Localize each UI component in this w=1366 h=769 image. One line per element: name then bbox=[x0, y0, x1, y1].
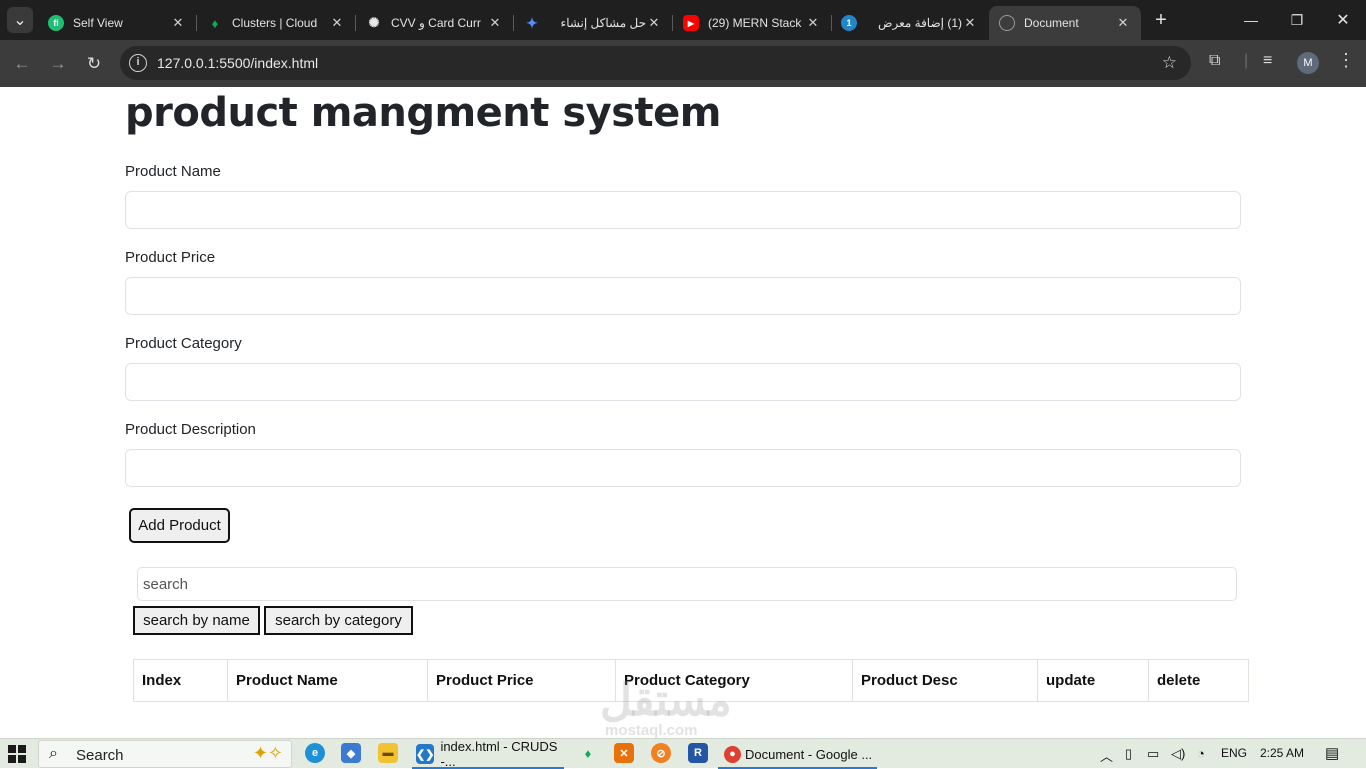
column-header-product-desc: Product Desc bbox=[852, 659, 1038, 702]
tab-title: Document bbox=[1024, 16, 1079, 30]
battery-icon[interactable]: ▭ bbox=[1147, 746, 1159, 762]
volume-icon[interactable]: ◁) bbox=[1171, 746, 1185, 762]
mostaql-icon: 1 bbox=[841, 15, 857, 31]
product-price-input[interactable] bbox=[125, 277, 1241, 315]
windows-start-icon[interactable] bbox=[8, 745, 26, 763]
product-category-input[interactable] bbox=[125, 363, 1241, 401]
tab-title: (1) إضافة معرض bbox=[877, 16, 962, 30]
postman-icon[interactable]: ⊘ bbox=[651, 743, 671, 763]
fiverr-icon: fi bbox=[48, 15, 64, 31]
vscode-icon: ❮❯ bbox=[416, 744, 435, 764]
restore-icon[interactable]: ❐ bbox=[1274, 0, 1320, 40]
site-info-icon[interactable]: i bbox=[129, 54, 147, 72]
tab-cvv-card[interactable]: ✺ CVV و Card Curr ✕ bbox=[356, 6, 514, 40]
tab-self-view[interactable]: fi Self View ✕ bbox=[38, 6, 197, 40]
mostaql-watermark-site: mostaql.com bbox=[605, 722, 698, 738]
r-app-icon[interactable]: R bbox=[688, 743, 708, 763]
notification-center-icon[interactable]: ▤ bbox=[1325, 744, 1339, 762]
address-bar[interactable]: i 127.0.0.1:5500/index.html ☆ bbox=[120, 46, 1191, 80]
profile-avatar[interactable]: M bbox=[1297, 52, 1319, 74]
column-header-product-price: Product Price bbox=[427, 659, 616, 702]
tab-add-gallery[interactable]: 1 (1) إضافة معرض ✕ bbox=[831, 6, 988, 40]
product-description-label: Product Description bbox=[125, 421, 256, 438]
product-category-label: Product Category bbox=[125, 335, 242, 352]
search-by-category-button[interactable]: search by category bbox=[264, 606, 413, 635]
gemini-icon: ✦ bbox=[524, 15, 540, 31]
file-explorer-icon[interactable]: ▬ bbox=[378, 743, 398, 763]
browser-toolbar: ← → ↻ i 127.0.0.1:5500/index.html ☆ ⧉ | … bbox=[0, 40, 1366, 87]
mongodb-compass-icon[interactable]: ♦ bbox=[578, 743, 598, 763]
close-tab-icon[interactable]: ✕ bbox=[962, 15, 978, 31]
browser-tab-strip: ⌄ fi Self View ✕ ♦ Clusters | Cloud ✕ ✺ … bbox=[0, 0, 1366, 40]
add-product-button[interactable]: Add Product bbox=[129, 508, 230, 543]
close-tab-icon[interactable]: ✕ bbox=[170, 15, 186, 31]
column-header-index: Index bbox=[133, 659, 228, 702]
mongodb-leaf-icon: ♦ bbox=[207, 15, 223, 31]
tab-title: (29) MERN Stack bbox=[708, 16, 802, 30]
tab-arabic-problems[interactable]: ✦ حل مشاكل إنشاء ✕ bbox=[514, 6, 673, 40]
tab-title: Self View bbox=[73, 16, 123, 30]
tab-title: Clusters | Cloud bbox=[232, 16, 318, 30]
edge-icon[interactable]: e bbox=[305, 743, 325, 763]
page-content: product mangment system Product Name Pro… bbox=[0, 87, 1366, 738]
column-header-product-name: Product Name bbox=[227, 659, 428, 702]
show-hidden-icons-chevron-icon[interactable]: ︿ bbox=[1100, 746, 1113, 765]
wifi-icon[interactable]: ◔ bbox=[1197, 746, 1205, 761]
taskbar-search-box[interactable]: ⌕ Search ✦✧ bbox=[38, 740, 292, 768]
search-input[interactable] bbox=[137, 567, 1237, 601]
task-chrome[interactable]: ● Document - Google ... bbox=[718, 739, 877, 769]
close-tab-icon[interactable]: ✕ bbox=[329, 15, 345, 31]
media-controls-icon[interactable]: ≡ bbox=[1263, 52, 1272, 70]
page-title: product mangment system bbox=[125, 90, 721, 136]
product-description-input[interactable] bbox=[125, 449, 1241, 487]
toolbar-divider: | bbox=[1244, 52, 1249, 69]
tab-mern-stack[interactable]: ▶ (29) MERN Stack ✕ bbox=[673, 6, 832, 40]
close-tab-icon[interactable]: ✕ bbox=[805, 15, 821, 31]
taskbar-search-label: Search bbox=[76, 747, 124, 764]
new-tab-button[interactable]: + bbox=[1150, 9, 1172, 31]
tab-title: CVV و Card Curr bbox=[391, 16, 481, 30]
youtube-icon: ▶ bbox=[683, 15, 699, 31]
product-name-input[interactable] bbox=[125, 191, 1241, 229]
openai-icon: ✺ bbox=[366, 15, 382, 31]
extensions-puzzle-icon[interactable]: ⧉ bbox=[1209, 52, 1220, 70]
tab-search-chevron-icon[interactable]: ⌄ bbox=[7, 7, 33, 33]
forward-arrow-icon[interactable]: → bbox=[45, 51, 71, 77]
browser-menu-icon[interactable]: ⋮ bbox=[1337, 50, 1355, 71]
windows-taskbar: ⌕ Search ✦✧ e ◆ ▬ ❮❯ index.html - CRUDS … bbox=[0, 738, 1366, 769]
close-tab-icon[interactable]: ✕ bbox=[487, 15, 503, 31]
tab-title: حل مشاكل إنشاء bbox=[560, 16, 646, 30]
device-icon[interactable]: ▯ bbox=[1125, 746, 1132, 762]
column-header-delete: delete bbox=[1148, 659, 1249, 702]
column-header-update: update bbox=[1037, 659, 1149, 702]
search-by-name-button[interactable]: search by name bbox=[133, 606, 260, 635]
close-tab-icon[interactable]: ✕ bbox=[1115, 15, 1131, 31]
tab-document[interactable]: Document ✕ bbox=[989, 6, 1141, 40]
back-arrow-icon[interactable]: ← bbox=[9, 51, 35, 77]
close-window-icon[interactable]: ✕ bbox=[1320, 0, 1366, 40]
search-icon: ⌕ bbox=[49, 745, 58, 762]
reload-icon[interactable]: ↻ bbox=[81, 51, 107, 77]
xampp-icon[interactable]: ✕ bbox=[614, 743, 634, 763]
tab-clusters[interactable]: ♦ Clusters | Cloud ✕ bbox=[197, 6, 356, 40]
chrome-icon: ● bbox=[724, 745, 741, 763]
mostaql-watermark-logo: مستقل bbox=[600, 676, 732, 725]
globe-icon bbox=[999, 15, 1015, 31]
language-indicator[interactable]: ENG bbox=[1221, 746, 1247, 760]
clock[interactable]: 2:25 AM bbox=[1260, 746, 1304, 760]
product-price-label: Product Price bbox=[125, 249, 216, 266]
task-label: index.html - CRUDS -... bbox=[440, 739, 558, 769]
url-text[interactable]: 127.0.0.1:5500/index.html bbox=[157, 55, 318, 71]
minimize-icon[interactable]: — bbox=[1228, 0, 1274, 40]
close-tab-icon[interactable]: ✕ bbox=[646, 15, 662, 31]
copilot-sparkle-icon: ✦✧ bbox=[252, 743, 283, 763]
product-name-label: Product Name bbox=[125, 163, 221, 180]
task-label: Document - Google ... bbox=[745, 746, 873, 762]
task-vscode[interactable]: ❮❯ index.html - CRUDS -... bbox=[412, 739, 564, 769]
bookmark-star-icon[interactable]: ☆ bbox=[1162, 53, 1177, 73]
python-icon[interactable]: ◆ bbox=[341, 743, 361, 763]
